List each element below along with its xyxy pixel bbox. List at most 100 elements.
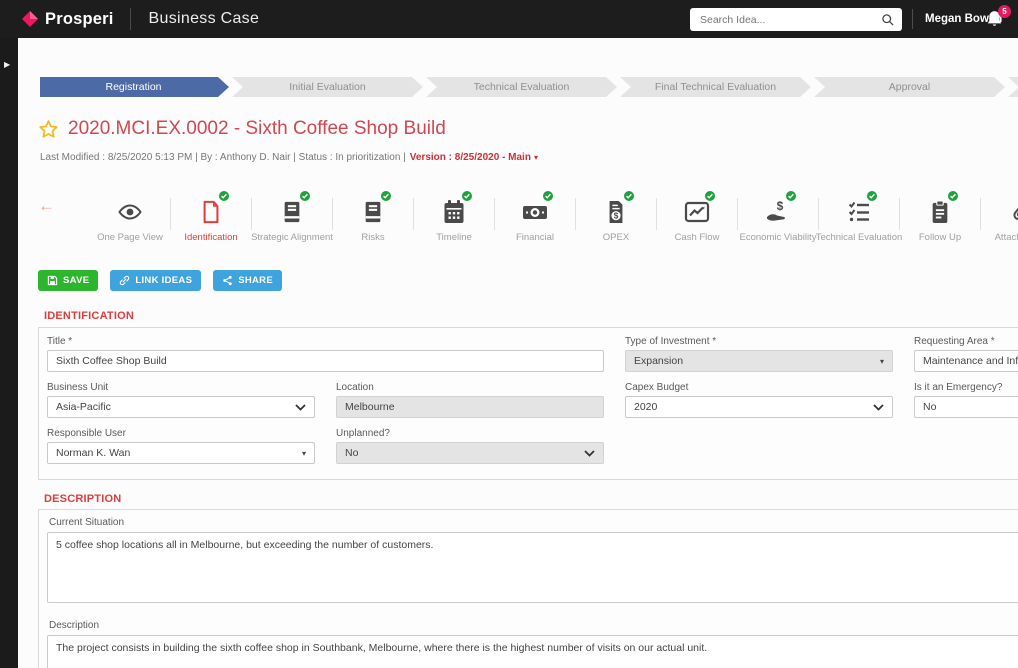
expand-sidebar-icon[interactable]: ▶	[4, 60, 10, 69]
search-box	[690, 8, 902, 31]
chart-line-icon	[684, 197, 710, 227]
tab-opex[interactable]: $ OPEX	[576, 188, 656, 248]
share-icon	[223, 275, 232, 286]
select-value: Maintenance and Infrastructure	[923, 355, 1018, 367]
prosperi-diamond-icon	[22, 11, 38, 27]
chevron-down-icon	[295, 403, 306, 411]
tab-financial[interactable]: Financial	[495, 188, 575, 248]
check-badge-icon	[866, 190, 878, 202]
step-technical-evaluation[interactable]: Technical Evaluation	[426, 77, 617, 97]
chevron-down-icon: ▾	[301, 448, 306, 458]
field-label: Unplanned?	[336, 428, 390, 439]
title-input[interactable]	[47, 350, 604, 372]
brand-logo[interactable]: Prosperi	[22, 10, 114, 29]
field-title: Title *	[47, 336, 604, 372]
link-ideas-button[interactable]: LINK IDEAS	[110, 270, 202, 291]
field-label: Type of Investment *	[625, 336, 717, 347]
check-badge-icon	[704, 190, 716, 202]
save-label: SAVE	[63, 275, 90, 286]
field-label: Responsible User	[47, 428, 126, 439]
field-capex-budget: Capex Budget 2020	[625, 382, 893, 418]
notification-count-badge: 5	[998, 5, 1011, 18]
field-label: Description	[49, 620, 100, 631]
tab-label: One Page View	[97, 232, 163, 243]
favorite-star-icon[interactable]	[38, 119, 59, 140]
field-label: Is it an Emergency?	[914, 382, 1003, 393]
tab-label: Timeline	[436, 232, 472, 243]
tab-cash-flow[interactable]: Cash Flow	[657, 188, 737, 248]
select-value: 2020	[634, 401, 658, 413]
tab-economic-viability[interactable]: $ Economic Viability	[738, 188, 818, 248]
back-arrow-icon[interactable]: ←	[38, 196, 55, 216]
check-badge-icon	[623, 190, 635, 202]
tab-timeline[interactable]: Timeline	[414, 188, 494, 248]
notifications-button[interactable]: 5	[985, 5, 1011, 29]
app-title: Business Case	[148, 10, 260, 27]
paperclip-icon	[1009, 197, 1018, 227]
tab-attachments[interactable]: Attachments	[981, 188, 1018, 248]
invoice-dollar-icon: $	[605, 197, 627, 227]
checklist-icon	[847, 197, 871, 227]
tab-label: Attachments	[994, 232, 1018, 243]
tab-follow-up[interactable]: Follow Up	[900, 188, 980, 248]
share-button[interactable]: SHARE	[213, 270, 282, 291]
calendar-icon	[442, 197, 466, 227]
module-tabs: One Page View Identification Strategic A…	[90, 188, 1018, 248]
field-label: Business Unit	[47, 382, 109, 393]
main-content: Registration Initial Evaluation Technica…	[18, 38, 1018, 668]
step-label: Final Technical Evaluation	[654, 81, 777, 93]
identification-section-title: IDENTIFICATION	[44, 310, 134, 322]
tab-risks[interactable]: Risks	[333, 188, 413, 248]
field-label: Title *	[47, 336, 73, 347]
step-initial-evaluation[interactable]: Initial Evaluation	[232, 77, 423, 97]
chevron-down-icon	[873, 403, 884, 411]
current-situation-textarea[interactable]: 5 coffee shop locations all in Melbourne…	[47, 532, 1018, 603]
meta-row: Last Modified : 8/25/2020 5:13 PM | By :…	[40, 152, 538, 163]
field-label: Requesting Area *	[914, 336, 995, 347]
unplanned-select[interactable]: No	[336, 442, 604, 464]
search-input[interactable]	[690, 8, 881, 31]
field-label: Location	[336, 382, 374, 393]
step-approval[interactable]: Approval	[814, 77, 1005, 97]
save-icon	[47, 275, 58, 286]
type-of-investment-select[interactable]: Expansion ▾	[625, 350, 893, 372]
clipboard-icon	[929, 197, 951, 227]
version-selector[interactable]: Version : 8/25/2020 - Main	[410, 152, 531, 163]
field-label: Capex Budget	[625, 382, 689, 393]
description-textarea[interactable]: The project consists in building the six…	[47, 635, 1018, 668]
tab-one-page-view[interactable]: One Page View	[90, 188, 170, 248]
page-title: 2020.MCI.EX.0002 - Sixth Coffee Shop Bui…	[68, 118, 446, 139]
select-value: Norman K. Wan	[56, 447, 131, 459]
search-icon[interactable]	[881, 13, 895, 27]
link-icon	[120, 275, 130, 286]
step-next-partial[interactable]	[1008, 77, 1018, 97]
brand-name: Prosperi	[45, 9, 114, 28]
tab-label: Economic Viability	[739, 232, 817, 243]
tab-identification[interactable]: Identification	[171, 188, 251, 248]
emergency-select[interactable]: No	[914, 396, 1018, 418]
step-registration[interactable]: Registration	[38, 77, 229, 97]
capex-budget-select[interactable]: 2020	[625, 396, 893, 418]
book-icon	[281, 197, 303, 227]
eye-icon	[116, 197, 144, 227]
workflow-stepper: Registration Initial Evaluation Technica…	[38, 77, 1018, 97]
save-button[interactable]: SAVE	[38, 270, 99, 291]
step-final-technical-evaluation[interactable]: Final Technical Evaluation	[620, 77, 811, 97]
tab-technical-evaluation[interactable]: Technical Evaluation	[816, 188, 902, 248]
svg-text:$: $	[777, 199, 784, 213]
chevron-down-icon: ▾	[533, 153, 538, 162]
tab-label: Strategic Alignment	[251, 232, 333, 243]
chevron-down-icon	[584, 449, 595, 457]
check-badge-icon	[785, 190, 797, 202]
requesting-area-select[interactable]: Maintenance and Infrastructure	[914, 350, 1018, 372]
field-business-unit: Business Unit Asia-Pacific	[47, 382, 315, 418]
tab-label: Risks	[361, 232, 385, 243]
responsible-user-select[interactable]: Norman K. Wan ▾	[47, 442, 315, 464]
step-label: Technical Evaluation	[473, 81, 570, 93]
svg-text:$: $	[614, 212, 619, 221]
business-unit-select[interactable]: Asia-Pacific	[47, 396, 315, 418]
field-location: Location Melbourne	[336, 382, 604, 418]
identification-panel: Title * Type of Investment * Expansion ▾…	[38, 327, 1018, 480]
step-label: Registration	[105, 81, 162, 93]
tab-strategic-alignment[interactable]: Strategic Alignment	[251, 188, 333, 248]
